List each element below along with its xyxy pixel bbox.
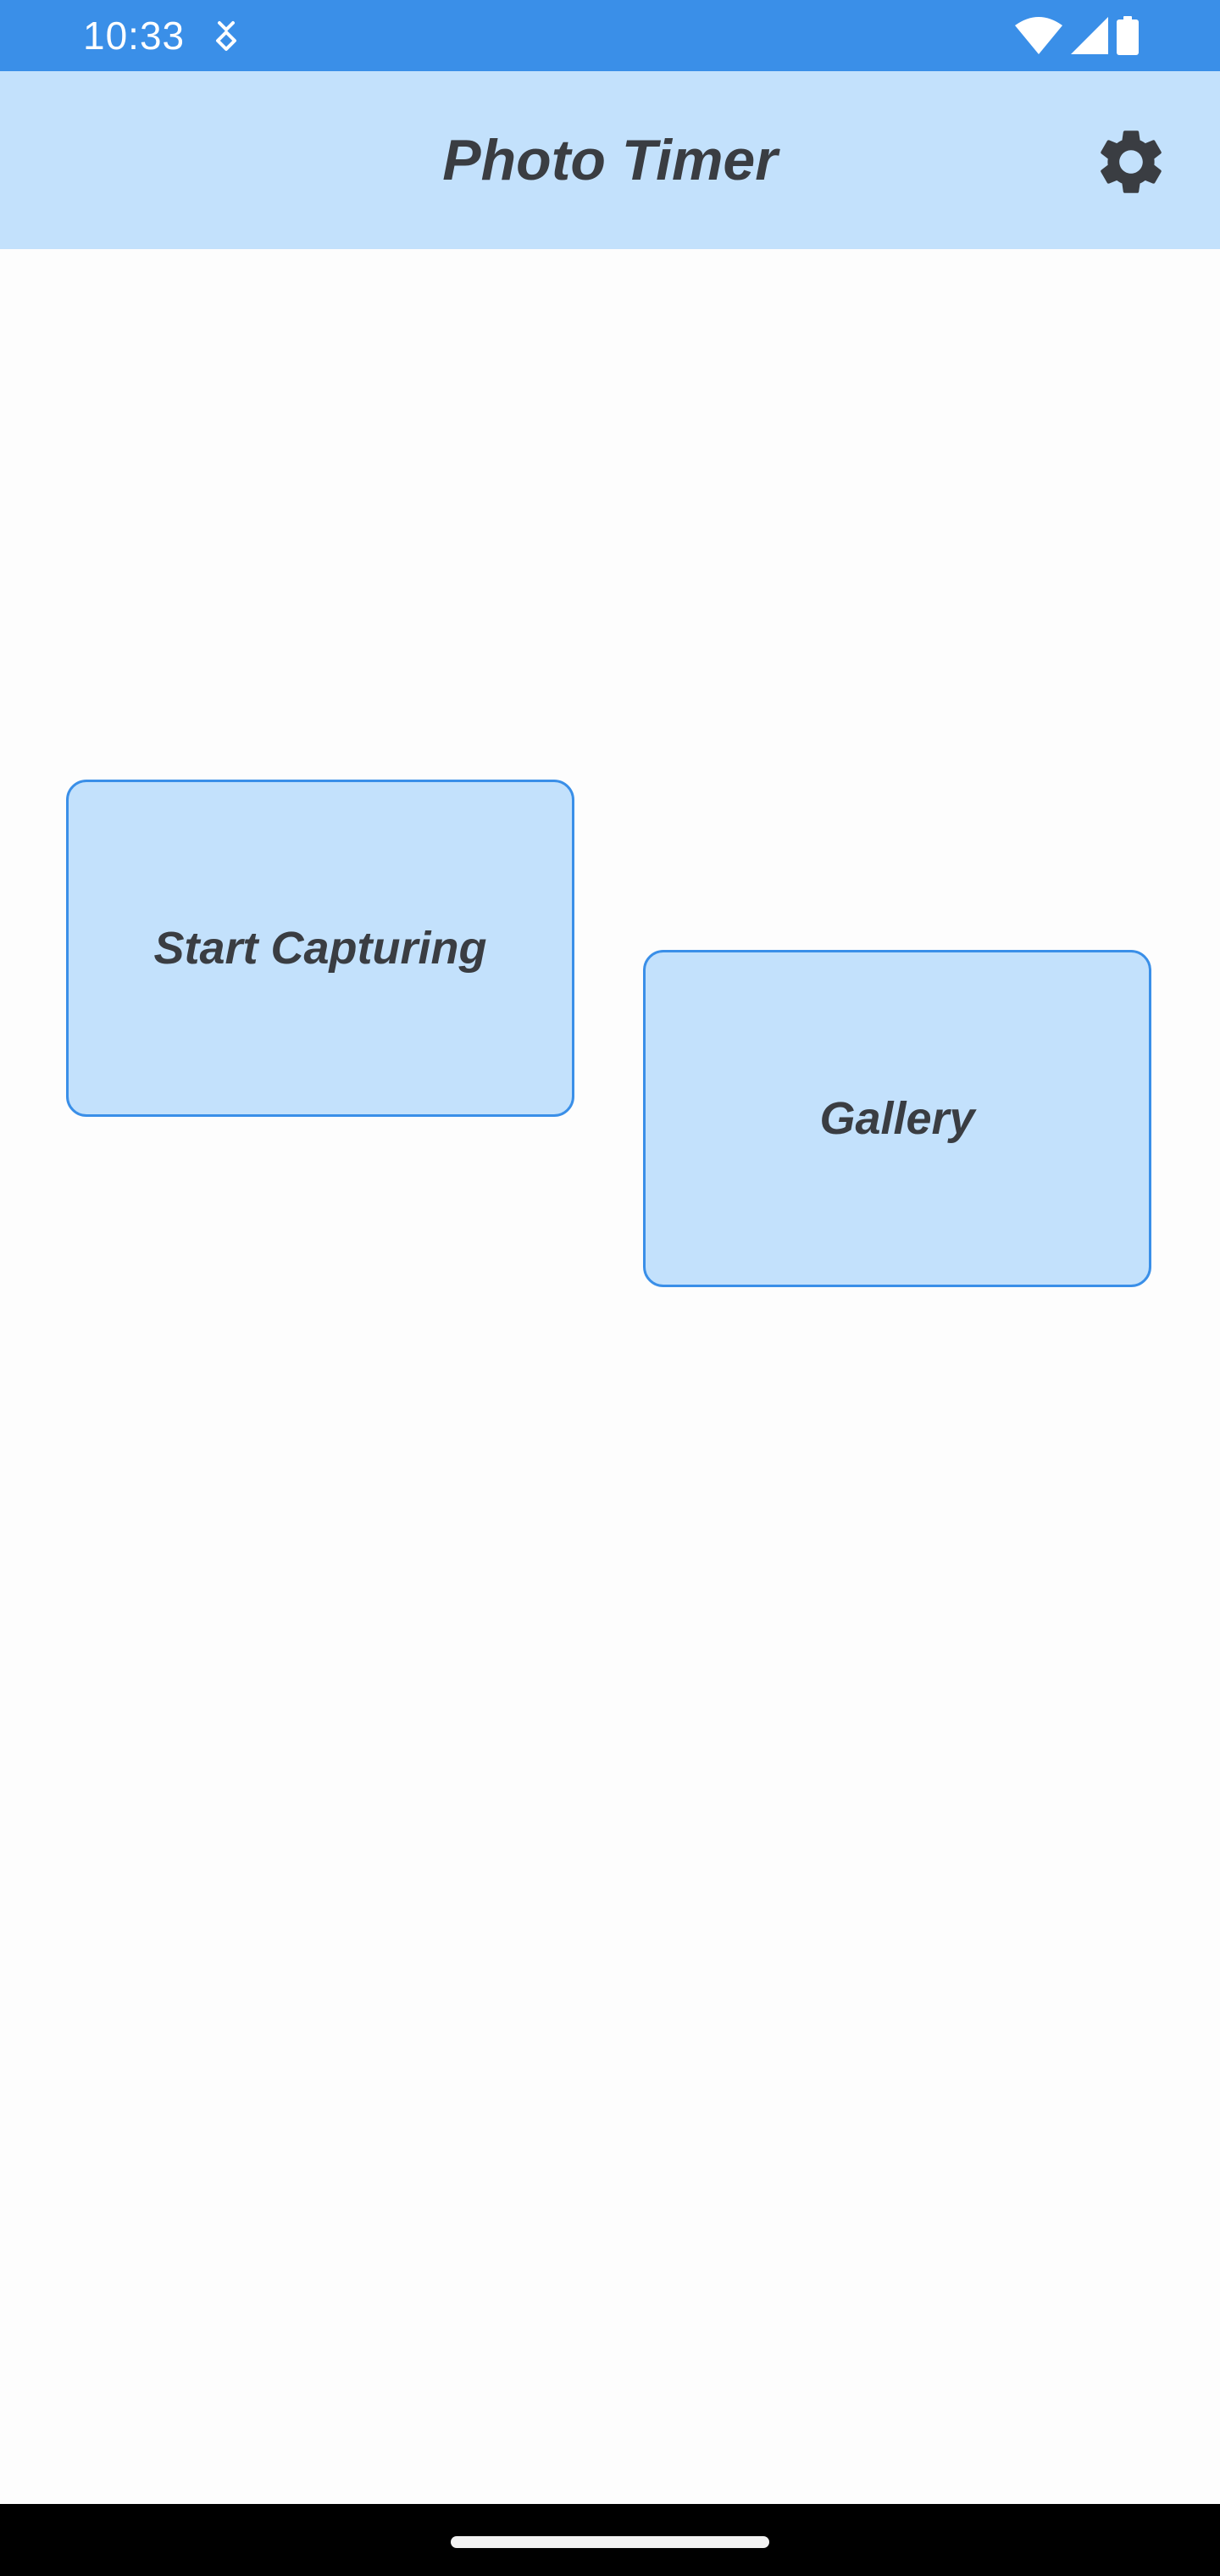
start-capturing-label: Start Capturing [153,923,487,974]
debug-icon [212,20,241,53]
battery-icon [1117,16,1139,55]
status-time: 10:33 [83,14,186,58]
page-title: Photo Timer [442,128,778,192]
gallery-label: Gallery [819,1093,975,1144]
gear-icon [1092,123,1170,205]
start-capturing-button[interactable]: Start Capturing [66,780,574,1117]
signal-icon [1071,17,1108,54]
gallery-button[interactable]: Gallery [643,950,1151,1287]
app-bar: Photo Timer [0,71,1220,249]
status-icons [1015,15,1139,56]
navigation-bar [0,2504,1220,2576]
status-bar: 10:33 [0,0,1220,71]
wifi-icon [1015,17,1062,54]
home-gesture-handle[interactable] [451,2536,769,2548]
settings-button[interactable] [1088,120,1174,207]
